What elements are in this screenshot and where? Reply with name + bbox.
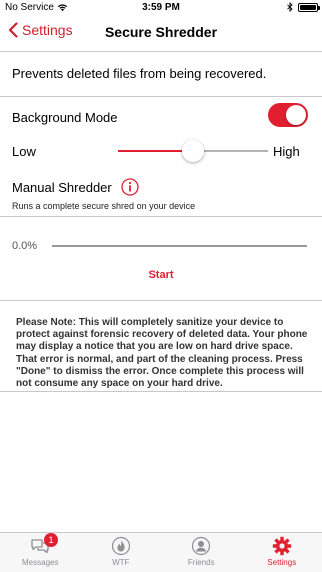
shred-progress-bar (52, 245, 307, 247)
person-icon (192, 536, 211, 556)
description-text: Prevents deleted files from being recove… (12, 66, 267, 81)
flame-icon (111, 536, 130, 556)
manual-divider (0, 216, 322, 217)
screen: No Service 3:59 PM Settings Secure Shred… (0, 0, 322, 572)
status-time: 3:59 PM (142, 2, 180, 13)
messages-badge: 1 (44, 533, 58, 547)
section-divider (0, 96, 322, 97)
info-icon[interactable] (121, 178, 139, 196)
tab-label: Messages (22, 558, 59, 567)
slider-low-label: Low (12, 144, 36, 159)
nav-bar: Settings Secure Shredder (0, 16, 322, 50)
nav-divider (0, 51, 322, 52)
toggle-knob (286, 105, 306, 125)
status-bar: No Service 3:59 PM (0, 0, 322, 16)
tab-friends[interactable]: Friends (161, 533, 242, 572)
status-right (287, 2, 320, 12)
chevron-left-icon (8, 22, 18, 38)
start-divider (0, 300, 322, 301)
manual-shredder-title: Manual Shredder (12, 180, 112, 195)
back-button[interactable]: Settings (8, 22, 73, 38)
tab-wtf[interactable]: WTF (81, 533, 162, 572)
start-button[interactable]: Start (142, 267, 179, 283)
tab-settings[interactable]: Settings (242, 533, 322, 572)
background-mode-label: Background Mode (12, 110, 118, 125)
note-divider (0, 391, 322, 392)
battery-icon (298, 2, 320, 12)
slider-thumb[interactable] (182, 140, 204, 162)
tab-bar: 1 Messages WTF Friends Settings (0, 532, 322, 572)
tab-messages[interactable]: 1 Messages (0, 533, 81, 572)
manual-shredder-subtitle: Runs a complete secure shred on your dev… (12, 201, 196, 211)
background-mode-toggle[interactable] (268, 103, 308, 127)
bluetooth-icon (287, 2, 293, 12)
back-button-label: Settings (22, 22, 73, 38)
start-button-row: Start (0, 267, 322, 283)
slider-high-label: High (273, 144, 300, 159)
warning-note: Please Note: This will completely saniti… (16, 317, 308, 390)
shred-level-slider[interactable] (118, 140, 268, 162)
progress-label: 0.0% (12, 240, 38, 252)
tab-label: Settings (267, 558, 297, 567)
gear-icon (272, 536, 291, 556)
tab-label: WTF (112, 558, 130, 567)
tab-label: Friends (187, 558, 215, 567)
